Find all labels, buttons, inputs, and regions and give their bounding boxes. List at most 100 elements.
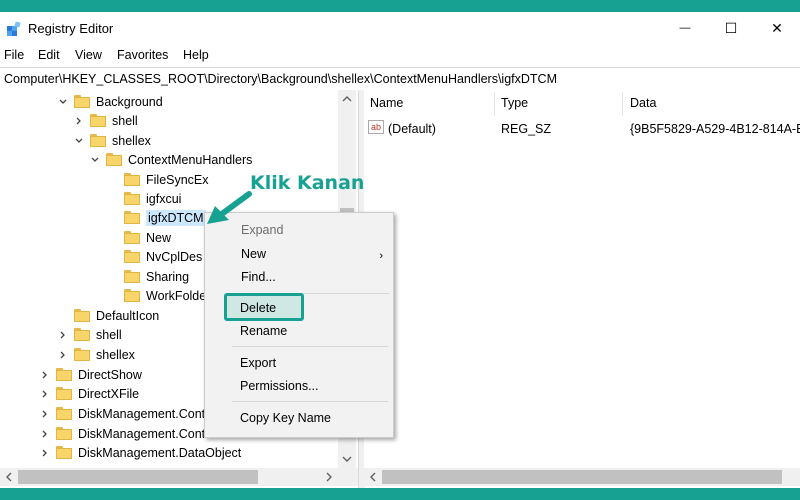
tree-item-label: shell <box>112 113 138 128</box>
tree-item-nvcpldes[interactable]: NvCplDes <box>106 247 202 266</box>
tree-item-filesyncex[interactable]: FileSyncEx <box>106 170 209 189</box>
address-bar[interactable]: Computer\HKEY_CLASSES_ROOT\Directory\Bac… <box>0 67 800 91</box>
tree-item-sharing[interactable]: Sharing <box>106 267 189 286</box>
tree-item-igfxcui[interactable]: igfxcui <box>106 189 181 208</box>
minimize-button[interactable]: — <box>662 12 708 44</box>
tree-item-label: shellex <box>96 347 135 362</box>
context-menu: Expand New › Find... <box>204 212 394 438</box>
chevron-down-icon[interactable] <box>56 95 70 109</box>
chevron-right-icon[interactable] <box>38 407 52 421</box>
scroll-left-icon[interactable] <box>5 472 13 482</box>
title-bar: Registry Editor — ☐ ✕ <box>0 12 800 44</box>
tree-item-label: NvCplDes <box>146 249 203 264</box>
chevron-right-icon[interactable] <box>38 368 52 382</box>
folder-icon <box>90 114 106 127</box>
value-type: REG_SZ <box>501 122 552 136</box>
tree-item-contextmenuhandlers[interactable]: ContextMenuHandlers <box>88 150 252 169</box>
annotation-arrow-icon <box>207 191 252 224</box>
tree-item-label: Sharing <box>146 269 190 284</box>
folder-icon <box>124 289 140 302</box>
tree-item-shellex-2[interactable]: shellex <box>56 345 135 364</box>
folder-icon <box>106 153 122 166</box>
close-button[interactable]: ✕ <box>754 12 800 44</box>
chevron-right-icon[interactable] <box>38 387 52 401</box>
submenu-arrow-icon: › <box>379 250 383 262</box>
column-header-data[interactable]: Data <box>630 96 656 110</box>
tree-item-new[interactable]: New <box>106 228 171 247</box>
chevron-right-icon[interactable] <box>38 446 52 460</box>
folder-icon <box>74 348 90 361</box>
tree-item-label: DefaultIcon <box>96 308 160 323</box>
folder-icon <box>124 211 140 224</box>
maximize-icon: ☐ <box>724 19 738 36</box>
menu-item-new[interactable]: New <box>241 247 266 261</box>
menu-bar: File Edit View Favorites Help <box>0 44 800 66</box>
maximize-button[interactable]: ☐ <box>708 12 754 44</box>
tree-item-shell-2[interactable]: shell <box>56 325 122 344</box>
top-accent-bar <box>0 0 800 12</box>
menu-favorites[interactable]: Favorites <box>117 48 168 62</box>
scroll-down-icon[interactable] <box>342 455 352 463</box>
chevron-down-icon[interactable] <box>88 153 102 167</box>
annotation-label: Klik Kanan <box>250 172 365 194</box>
tree-item-label: Background <box>96 94 163 109</box>
folder-icon <box>90 134 106 147</box>
folder-icon <box>124 270 140 283</box>
folder-icon <box>56 427 72 440</box>
folder-icon <box>124 192 140 205</box>
chevron-right-icon[interactable] <box>72 114 86 128</box>
folder-icon <box>124 173 140 186</box>
value-data: {9B5F5829-A529-4B12-814A-E <box>630 122 800 136</box>
tree-item-label: DirectShow <box>78 367 142 382</box>
scroll-left-icon[interactable] <box>369 472 377 482</box>
folder-icon <box>74 309 90 322</box>
tree-item-igfxdtcm[interactable]: igfxDTCM <box>106 208 206 227</box>
tree-item-background[interactable]: Background <box>56 92 163 111</box>
bottom-accent-bar <box>0 488 800 500</box>
tree-item-diskmanagement-cont[interactable]: DiskManagement.Cont <box>38 404 205 423</box>
tree-item-shellex[interactable]: shellex <box>72 131 151 150</box>
tree-item-label: igfxcui <box>146 191 182 206</box>
registry-editor-icon <box>7 21 21 36</box>
tree-item-label: DiskManagement.Cont <box>78 406 206 421</box>
tree-item-label: FileSyncEx <box>146 172 209 187</box>
folder-icon <box>56 446 72 459</box>
scroll-up-icon[interactable] <box>342 95 352 103</box>
address-path: Computer\HKEY_CLASSES_ROOT\Directory\Bac… <box>4 72 557 86</box>
column-separator <box>622 92 623 116</box>
tree-item-label: ContextMenuHandlers <box>128 152 253 167</box>
tree-item-shell[interactable]: shell <box>72 111 138 130</box>
tree-item-diskmanagement-dataobject[interactable]: DiskManagement.DataObject <box>38 443 241 462</box>
chevron-right-icon[interactable] <box>56 328 70 342</box>
tree-item-directshow[interactable]: DirectShow <box>38 365 142 384</box>
menu-item-find[interactable]: Find... <box>241 270 276 284</box>
tree-hscroll-thumb[interactable] <box>18 470 258 484</box>
folder-icon <box>56 407 72 420</box>
column-separator <box>494 92 495 116</box>
folder-icon <box>74 328 90 341</box>
tree-item-directxfile[interactable]: DirectXFile <box>38 384 139 403</box>
column-header-type[interactable]: Type <box>501 96 528 110</box>
chevron-down-icon[interactable] <box>72 134 86 148</box>
values-list: Name Type Data ab (Default) REG_SZ {9B5F… <box>364 90 800 468</box>
menu-help[interactable]: Help <box>183 48 209 62</box>
chevron-right-icon[interactable] <box>56 348 70 362</box>
tree-item-label: shell <box>96 327 122 342</box>
menu-file[interactable]: File <box>4 48 24 62</box>
folder-icon <box>124 250 140 263</box>
column-header-name[interactable]: Name <box>370 96 403 110</box>
tree-item-label: shellex <box>112 133 151 148</box>
folder-icon <box>56 387 72 400</box>
values-hscroll-thumb[interactable] <box>382 470 782 484</box>
scroll-right-icon[interactable] <box>325 472 333 482</box>
tree-item-defaulticon[interactable]: DefaultIcon <box>56 306 159 325</box>
menu-view[interactable]: View <box>75 48 102 62</box>
tree-item-diskmanagement-control[interactable]: DiskManagement.Control <box>38 424 219 443</box>
menu-edit[interactable]: Edit <box>38 48 60 62</box>
tree-item-workfolders[interactable]: WorkFolde <box>106 286 206 305</box>
chevron-right-icon[interactable] <box>38 427 52 441</box>
close-icon: ✕ <box>771 19 783 36</box>
tree-item-label: WorkFolde <box>146 288 207 303</box>
value-name[interactable]: (Default) <box>388 122 436 136</box>
tree-item-label: DirectXFile <box>78 386 140 401</box>
